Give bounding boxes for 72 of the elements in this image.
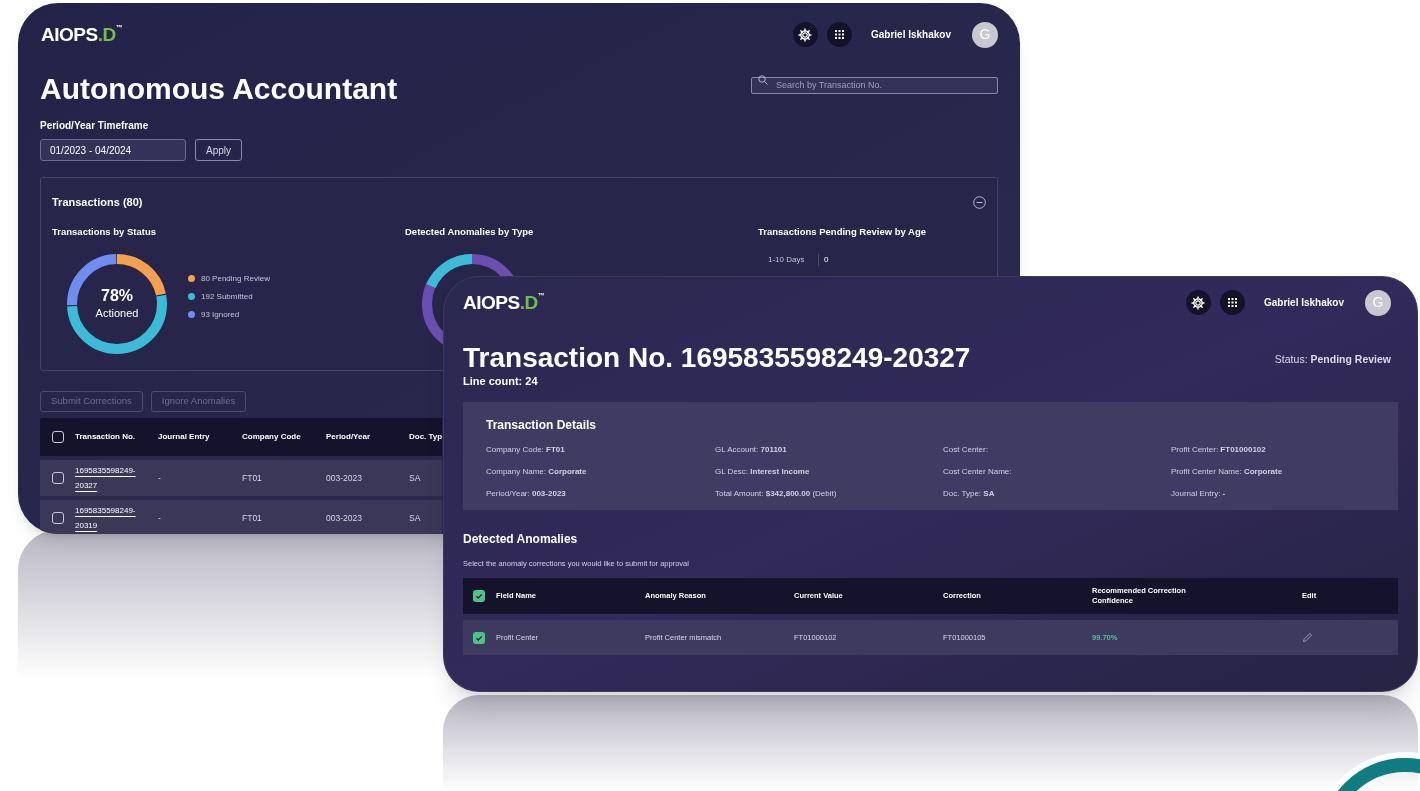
legend-label: 192 Submitted xyxy=(201,290,253,303)
age-label: 1-10 Days xyxy=(768,253,806,266)
apps-button[interactable] xyxy=(826,22,852,47)
detail-field: Company Name: Corporate xyxy=(486,466,715,477)
column-header: Transaction No. xyxy=(75,431,136,443)
transaction-link[interactable]: 1695835598249-20319 xyxy=(75,503,141,533)
checkbox[interactable] xyxy=(52,431,64,443)
column-header: Doc. Typ xyxy=(409,431,443,443)
page-title: Autonomous Accountant xyxy=(40,71,398,107)
settings-button[interactable] xyxy=(792,22,818,47)
center-value: 78% xyxy=(101,286,133,305)
checkbox[interactable] xyxy=(473,631,485,644)
table-cell-text: 003-2023 xyxy=(326,511,363,525)
grid-icon xyxy=(834,30,844,39)
checkbox[interactable] xyxy=(473,590,485,603)
legend-label: 80 Pending Review xyxy=(201,272,270,285)
column-header: Company Code xyxy=(242,431,302,443)
edit-button[interactable] xyxy=(1302,631,1314,644)
table-cell-text: - xyxy=(158,511,162,525)
check-icon xyxy=(475,592,483,601)
column-header: Period/Year xyxy=(326,431,372,443)
chart-title: Transactions Pending Review by Age xyxy=(758,224,928,239)
user-name: Gabriel Iskhakov xyxy=(1263,296,1344,310)
legend-label: 93 Ignored xyxy=(201,308,240,321)
detail-field: Cost Center Name: xyxy=(943,466,1171,477)
table-row[interactable]: 1695835598249-20327 - FT01 003-2023 SA xyxy=(40,460,442,496)
table-cell-text: FT01 xyxy=(242,471,263,485)
age-count: 0 xyxy=(818,253,829,266)
status-label: Status: Pending Review xyxy=(1274,352,1391,367)
chart-title: Detected Anomalies by Type xyxy=(405,224,535,239)
detail-field: Profit Center Name: Corporate xyxy=(1171,466,1398,477)
timeframe-field[interactable]: 01/2023 - 04/2024 xyxy=(40,139,186,161)
grid-icon xyxy=(1227,298,1237,307)
line-count: Line count: 24 xyxy=(463,374,539,388)
user-name: Gabriel Iskhakov xyxy=(870,28,951,42)
checkbox[interactable] xyxy=(52,512,64,524)
search-field[interactable]: Search by Transaction No. xyxy=(751,76,998,94)
detail-field: Doc. Type: SA xyxy=(943,488,1171,499)
table-cell-text: SA xyxy=(409,511,422,525)
detail-field: Journal Entry: - xyxy=(1171,488,1398,499)
detail-field: Total Amount: $342,800.00 (Debit) xyxy=(715,488,943,499)
collapse-button[interactable] xyxy=(973,195,986,209)
table-row[interactable]: 1695835598249-20319 - FT01 003-2023 SA xyxy=(40,500,442,534)
card-title: Transactions (80) xyxy=(52,195,143,210)
section-title: Detected Anomalies xyxy=(463,531,579,548)
detail-field: GL Account: 701101 xyxy=(715,444,943,455)
settings-icon xyxy=(1191,295,1206,310)
check-icon xyxy=(475,633,483,642)
table-cell-text: 003-2023 xyxy=(326,471,363,485)
checkbox[interactable] xyxy=(52,472,64,484)
apply-button[interactable]: Apply xyxy=(195,139,242,161)
table-cell-text: - xyxy=(158,471,162,485)
apps-button[interactable] xyxy=(1219,290,1245,315)
field-label: Period/Year Timeframe xyxy=(40,119,150,133)
page-title: Transaction No. 1695835598249-20327 xyxy=(463,342,971,374)
search-icon xyxy=(758,75,768,85)
table-cell-text: FT01 xyxy=(242,511,263,525)
pencil-icon xyxy=(1302,632,1313,644)
detail-field: Company Code: FT01 xyxy=(486,444,715,455)
chart-title: Transactions by Status xyxy=(52,224,157,239)
settings-icon xyxy=(798,27,813,42)
detail-field: Period/Year: 003-2023 xyxy=(486,488,715,499)
settings-button[interactable] xyxy=(1185,290,1211,315)
detail-field: GL Desc: Interest Income xyxy=(715,466,943,477)
table-cell-text: SA xyxy=(409,471,422,485)
column-header: Journal Entry xyxy=(158,431,211,443)
panel-title: Transaction Details xyxy=(486,417,598,434)
center-label: Actioned xyxy=(95,305,139,321)
transaction-link[interactable]: 1695835598249-20327 xyxy=(75,463,141,493)
detail-field: Cost Center: xyxy=(943,444,1171,455)
detail-field: Profit Center: FT01000102 xyxy=(1171,444,1398,455)
minus-icon xyxy=(973,195,986,209)
